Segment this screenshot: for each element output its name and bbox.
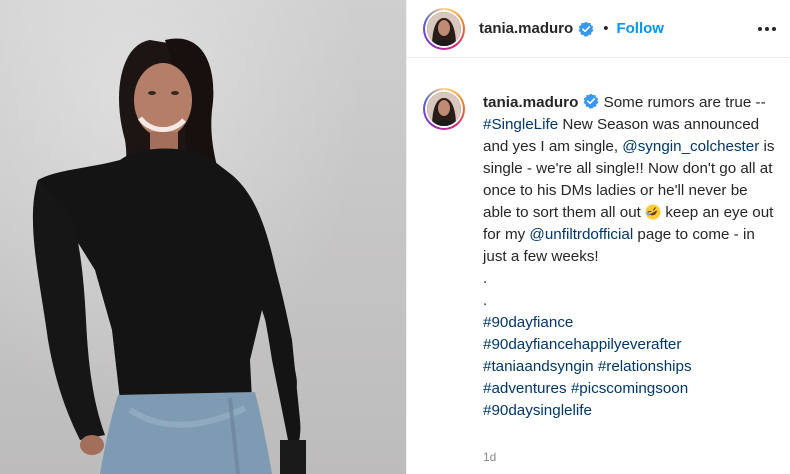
caption-avatar[interactable] <box>423 88 465 130</box>
rolling-laughing-emoji-icon <box>645 204 661 220</box>
mention-link[interactable]: @unfiltrdofficial <box>529 226 633 243</box>
hashtag-link[interactable]: #taniaandsyngin <box>483 358 594 375</box>
avatar-border <box>425 9 463 48</box>
caption-paragraph: tania.maduro Some rumors are true -- #Si… <box>483 92 779 268</box>
verified-badge-icon <box>578 21 594 37</box>
mention-link[interactable]: @syngin_colchester <box>622 138 759 155</box>
person-photo <box>32 38 306 474</box>
ellipsis-dot <box>758 27 762 31</box>
hashtag-link[interactable]: #adventures <box>483 380 567 397</box>
caption-text: tania.maduro Some rumors are true -- #Si… <box>483 92 779 422</box>
header-username[interactable]: tania.maduro <box>479 20 573 37</box>
caption-panel: tania.maduro Some rumors are true -- #Si… <box>407 58 790 474</box>
hashtag-link[interactable]: #90daysinglelife <box>483 402 592 419</box>
hashtag-link[interactable]: #90dayfiance <box>483 312 779 334</box>
follow-button[interactable]: Follow <box>616 20 664 37</box>
hashtag-link[interactable]: #90dayfiancehappilyeverafter <box>483 336 681 353</box>
hashtag-line: #90daysinglelife <box>483 400 779 422</box>
ellipsis-icon[interactable] <box>758 27 776 31</box>
hashtag-line: #adventures #picscomingsoon <box>483 378 779 400</box>
ellipsis-dot <box>765 27 769 31</box>
hashtag-line: #taniaandsyngin #relationships <box>483 356 779 378</box>
post-timestamp[interactable]: 1d <box>483 450 496 464</box>
caption-dot: . <box>483 270 488 287</box>
header-separator: • <box>603 20 609 37</box>
hashtag-link[interactable]: #SingleLife <box>483 116 558 133</box>
ellipsis-dot <box>772 27 776 31</box>
hashtag-line: #90dayfiancehappilyeverafter <box>483 334 779 356</box>
post-header: tania.maduro • Follow <box>407 0 790 58</box>
post-video[interactable] <box>0 0 406 474</box>
caption-text-segment: Some rumors are true -- <box>599 94 766 111</box>
hashtag-text[interactable]: #90dayfiance <box>483 314 573 331</box>
avatar-border <box>425 90 463 128</box>
avatar-image <box>427 92 461 126</box>
avatar-image <box>427 11 461 46</box>
caption-dot: . <box>483 292 488 309</box>
avatar[interactable] <box>423 7 465 50</box>
caption-username[interactable]: tania.maduro <box>483 94 578 111</box>
verified-badge-icon <box>583 93 599 109</box>
hashtag-link[interactable]: #picscomingsoon <box>571 380 688 397</box>
hashtag-link[interactable]: #relationships <box>598 358 692 375</box>
